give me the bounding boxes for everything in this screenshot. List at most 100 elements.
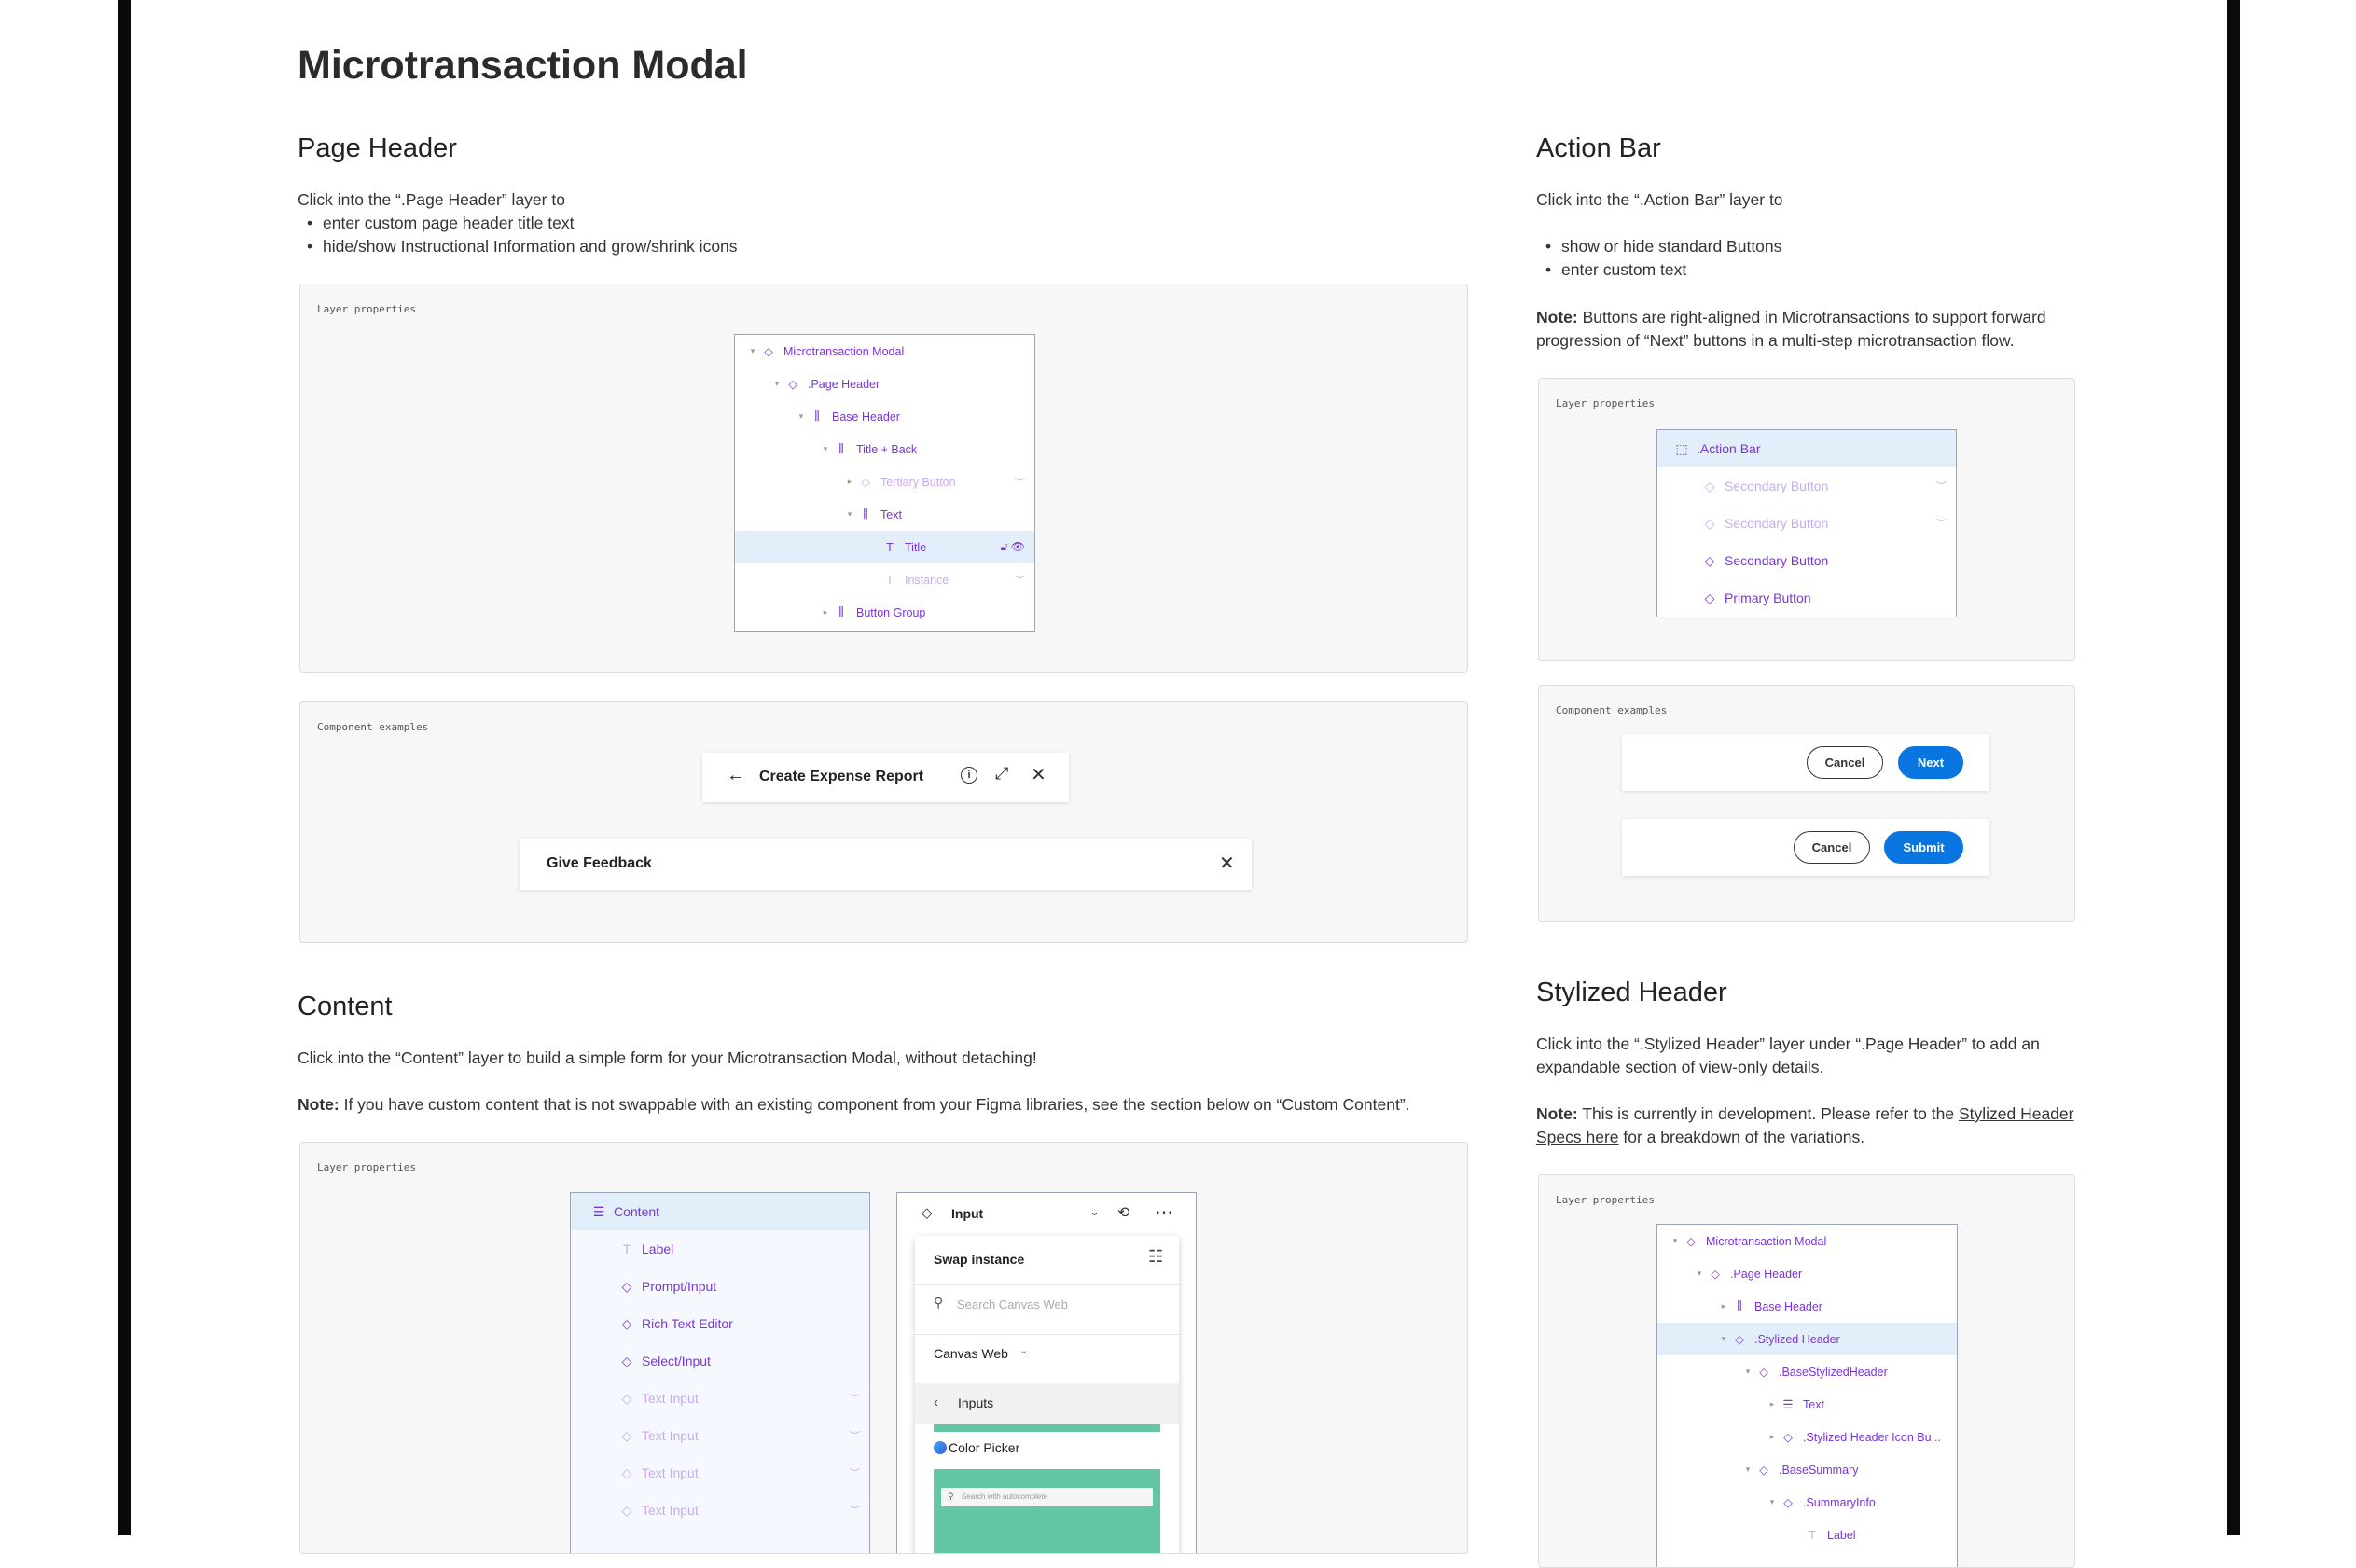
layer-row[interactable]: ◇ Secondary Button (1657, 542, 1956, 579)
layer-row[interactable]: ▾ ◇ Microtransaction Modal (735, 335, 1034, 368)
stylized-header-intro: Click into the “.Stylized Header” layer … (1536, 1034, 2040, 1076)
layer-row[interactable]: ◇ Text Input ︶ (571, 1417, 869, 1454)
layer-row[interactable]: ▾ ◇ .BaseStylizedHeader (1657, 1355, 1957, 1388)
autocomplete-placeholder: Search with autocomplete (962, 1492, 1048, 1501)
left-frame-edge (118, 0, 131, 1535)
expand-icon[interactable]: ⤢ (995, 764, 1008, 784)
stylized-header-layer-panel: Layer properties ▾ ◇ Microtransaction Moda… (1538, 1174, 2075, 1568)
hidden-icon[interactable]: ︶ (1015, 475, 1025, 490)
auto-layout-icon: ⫼ (838, 442, 844, 455)
layer-row[interactable]: ▸ ◇ Tertiary Button ︶ (735, 465, 1034, 498)
diamond-icon: ◇ (1783, 1431, 1793, 1444)
frame-icon: ⬚ (1675, 440, 1688, 456)
layer-row[interactable]: ▾ ◇ Microtransaction Modal (1657, 1225, 1957, 1257)
diamond-icon: ◇ (1759, 1464, 1768, 1477)
list-view-icon[interactable]: ☷ (1148, 1247, 1163, 1267)
layer-row[interactable]: ◇ Rich Text Editor (571, 1305, 869, 1342)
diamond-icon: ◇ (621, 1278, 632, 1294)
layer-row[interactable]: ◇ Text Input ︶ (571, 1380, 869, 1417)
diamond-icon: ◇ (1783, 1496, 1793, 1509)
content-note: Note: If you have custom content that is… (298, 1095, 1410, 1114)
stack-icon: ☰ (1782, 1398, 1794, 1411)
layer-row[interactable]: T Instance ︶ (735, 563, 1034, 596)
layer-row-selected[interactable]: ☰ Content (571, 1193, 869, 1230)
component-name[interactable]: Color Picker (949, 1440, 1019, 1455)
layer-row[interactable]: ◇ Text Input ︶ (571, 1492, 869, 1529)
layer-row[interactable]: ▸ ⫼ Base Header (1657, 1290, 1957, 1323)
chevron-down-icon[interactable]: ⌄ (1089, 1204, 1100, 1219)
example-action-bar: Cancel Submit (1622, 819, 1989, 876)
hidden-icon[interactable]: ︶ (850, 1391, 860, 1406)
submit-button[interactable]: Submit (1884, 831, 1963, 864)
hidden-icon[interactable]: ︶ (1936, 479, 1947, 493)
text-icon: T (886, 573, 894, 587)
diamond-icon: ◇ (621, 1353, 632, 1368)
layer-row[interactable]: ◇ Text Input ︶ (571, 1454, 869, 1492)
diamond-icon: ◇ (1735, 1333, 1744, 1346)
layer-row[interactable]: ▾ ⫼ Title + Back (735, 433, 1034, 465)
layer-row[interactable]: T Label (571, 1230, 869, 1268)
hidden-icon[interactable]: ︶ (850, 1465, 860, 1480)
chevron-down-icon[interactable]: ⌄ (1019, 1344, 1028, 1356)
chevron-left-icon[interactable]: ‹ (934, 1395, 938, 1410)
swap-instance-popover: Swap instance ☷ ⚲ Search Canvas Web Canv… (915, 1236, 1179, 1553)
content-intro: Click into the “Content” layer to build … (298, 1048, 1037, 1067)
layer-row[interactable]: ▾ ◇ .BaseSummary (1657, 1453, 1957, 1486)
layer-row-selected[interactable]: ⬚ .Action Bar (1657, 430, 1956, 467)
layer-row[interactable]: ▸ ◇ .Stylized Header Icon Bu... (1657, 1421, 1957, 1453)
layer-row[interactable]: ◇ Select/Input (571, 1342, 869, 1380)
layer-row[interactable]: ▾ ◇ .Page Header (735, 368, 1034, 400)
diamond-icon: ◇ (1704, 590, 1715, 605)
layer-row[interactable]: ▾ ⫼ Base Header (735, 400, 1034, 433)
close-icon[interactable]: ✕ (1219, 852, 1235, 875)
layers-tree: ☰ Content T Label ◇ Prompt/Input ◇ Rich Text… (570, 1192, 870, 1553)
layer-row[interactable]: ▾ ◇ .SummaryInfo (1657, 1486, 1957, 1519)
cancel-button[interactable]: Cancel (1807, 746, 1883, 779)
page-header-examples-panel: Component examples ← Create Expense Repo… (299, 701, 1468, 943)
layer-row[interactable]: ◇ Primary Button (1657, 579, 1956, 617)
cancel-button[interactable]: Cancel (1794, 831, 1870, 864)
layer-row[interactable]: ▸ ☰ Text (1657, 1388, 1957, 1421)
action-bar-examples-panel: Component examples Cancel Next Cancel Su… (1538, 685, 2075, 922)
info-icon[interactable]: i (961, 767, 977, 784)
library-dropdown[interactable]: Canvas Web (934, 1346, 1008, 1361)
text-icon: T (886, 540, 894, 554)
content-layer-panel: Layer properties ☰ Content T Label ◇ Prompt… (299, 1142, 1468, 1554)
hidden-icon[interactable]: ︶ (850, 1428, 860, 1443)
folder-row[interactable]: ‹ Inputs (915, 1383, 1179, 1424)
component-thumbnail[interactable]: ⚲ Search with autocomplete (934, 1469, 1160, 1553)
component-thumbnail[interactable] (934, 1424, 1160, 1432)
layer-row[interactable]: ◇ Prompt/Input (571, 1268, 869, 1305)
diamond-icon: ◇ (621, 1427, 632, 1443)
auto-layout-icon: ⫼ (1737, 1299, 1742, 1312)
diamond-icon: ◇ (1704, 552, 1715, 568)
close-icon[interactable]: ✕ (1031, 763, 1046, 786)
color-picker-icon (934, 1441, 947, 1454)
page-title: Microtransaction Modal (298, 43, 748, 88)
next-button[interactable]: Next (1898, 746, 1963, 779)
page-header-layer-panel: Layer properties ▾ ◇ Microtransaction Moda… (299, 284, 1468, 673)
diamond-icon: ◇ (1686, 1235, 1696, 1248)
hidden-icon[interactable]: ︶ (1936, 516, 1947, 531)
hidden-icon[interactable]: ︶ (850, 1503, 860, 1518)
diamond-icon: ◇ (621, 1502, 632, 1518)
bullet-item: show or hide standard Buttons (1536, 235, 1781, 258)
layer-row[interactable]: ▾ ◇ .Page Header (1657, 1257, 1957, 1290)
example-title: Give Feedback (547, 855, 652, 871)
more-icon[interactable]: ⋯ (1155, 1200, 1173, 1224)
search-input[interactable]: Search Canvas Web (957, 1297, 1068, 1311)
layer-row-selected[interactable]: ▾ ◇ .Stylized Header (1657, 1323, 1957, 1355)
search-icon: ⚲ (948, 1492, 954, 1501)
action-bar-heading: Action Bar (1536, 133, 1661, 163)
lock-eye-icons[interactable]: 🔓︎ 👁︎ (1001, 540, 1025, 554)
stylized-header-heading: Stylized Header (1536, 978, 1727, 1007)
back-arrow-icon[interactable]: ← (727, 765, 745, 786)
layer-row[interactable]: ◇ Secondary Button ︶ (1657, 467, 1956, 505)
reset-instance-icon[interactable]: ⟲ (1117, 1203, 1129, 1222)
layer-row[interactable]: ▾ ⫼ Text (735, 498, 1034, 531)
layer-row[interactable]: ▸ ⫼ Button Group (735, 596, 1034, 629)
layer-row[interactable]: ◇ Secondary Button ︶ (1657, 505, 1956, 542)
action-bar-intro: Click into the “.Action Bar” layer to (1536, 190, 1783, 209)
hidden-icon[interactable]: ︶ (1015, 573, 1025, 588)
layer-row-selected[interactable]: T Title 🔓︎ 👁︎ (735, 531, 1034, 563)
